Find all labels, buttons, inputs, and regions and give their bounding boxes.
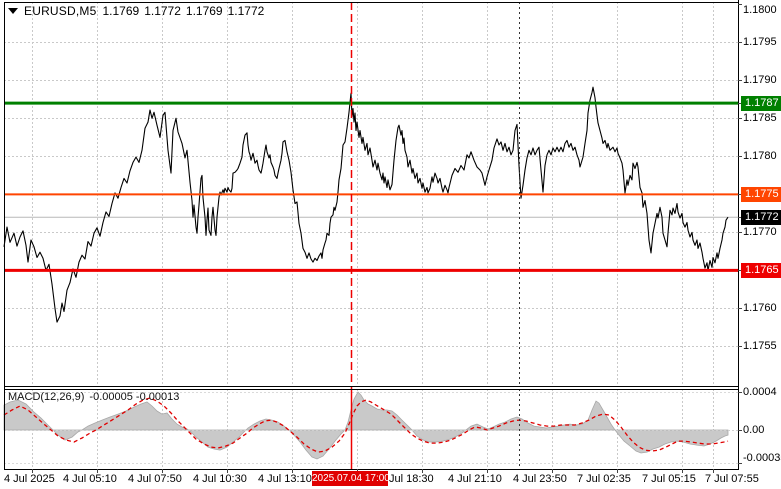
high-value: 1.1772	[144, 4, 181, 18]
price-axis-tick-label: 1.1760	[743, 301, 777, 316]
low-value: 1.1769	[186, 4, 223, 18]
macd-indicator-label: MACD(12,26,9) -0.00005 -0.00013	[8, 391, 179, 403]
close-value: 1.1772	[228, 4, 265, 18]
price-line-series	[4, 87, 728, 322]
time-axis-label: 7 Jul 07:55	[705, 472, 759, 487]
time-axis-label: 7 Jul 02:35	[577, 472, 631, 487]
event-time-badge: 2025.07.04 17:00	[312, 471, 388, 486]
price-axis-tick-label: 1.1780	[743, 149, 777, 164]
macd-axis-tick-label: -0.00035	[743, 451, 781, 466]
chart-window: EURUSD,M5 1.1769 1.1772 1.1769 1.1772 MA…	[0, 0, 781, 489]
price-badge-intermediate[interactable]: 1.1775	[741, 187, 781, 202]
price-axis-tick-label: 1.1800	[743, 3, 777, 18]
price-badge-support[interactable]: 1.1765	[741, 263, 781, 278]
time-axis-label: 4 Jul 13:10	[258, 472, 312, 487]
time-axis-label: 4 Jul 21:10	[448, 472, 502, 487]
chart-title: EURUSD,M5 1.1769 1.1772 1.1769 1.1772	[8, 4, 264, 18]
price-axis-tick-label: 1.1755	[743, 339, 777, 354]
chart-canvas[interactable]	[0, 0, 781, 489]
open-value: 1.1769	[102, 4, 139, 18]
macd-values: -0.00005 -0.00013	[89, 391, 179, 403]
ohlc-values: 1.1769 1.1772 1.1769 1.1772	[102, 4, 264, 18]
time-axis-label: 4 Jul 10:30	[193, 472, 247, 487]
macd-axis-tick-label: 0.0004	[743, 385, 777, 400]
chart-expand-icon[interactable]	[8, 8, 18, 14]
price-badge-resistance[interactable]: 1.1787	[741, 96, 781, 111]
time-axis-label: 7 Jul 05:15	[642, 472, 696, 487]
time-axis-label: 4 Jul 2025	[4, 472, 55, 487]
time-axis-label: 4 Jul 05:10	[63, 472, 117, 487]
price-axis-tick-label: 1.1795	[743, 35, 777, 50]
macd-name: MACD(12,26,9)	[8, 391, 84, 403]
price-axis-tick-label: 1.1790	[743, 73, 777, 88]
time-axis-label: 4 Jul 23:50	[513, 472, 567, 487]
price-badge-current-price: 1.1772	[741, 210, 781, 225]
time-axis-label: Jul 18:30	[389, 472, 434, 487]
symbol-period-label: EURUSD,M5	[24, 4, 96, 18]
price-axis-tick-label: 1.1770	[743, 225, 777, 240]
macd-axis-tick-label: 0.00	[743, 423, 764, 438]
time-axis-label: 4 Jul 07:50	[128, 472, 182, 487]
price-axis-tick-label: 1.1785	[743, 111, 777, 126]
